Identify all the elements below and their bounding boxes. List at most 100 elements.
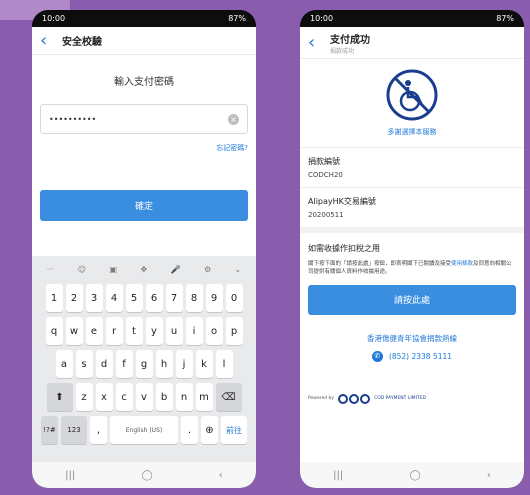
globe-icon[interactable]: ⊕ [201, 416, 218, 444]
key[interactable]: 1 [45, 284, 63, 312]
period-key[interactable]: . [181, 416, 198, 444]
page-title: 支付成功 [330, 34, 370, 46]
powered-by-footer: Powered by COD PAYMENT LIMITED [308, 393, 516, 404]
sticker-icon[interactable]: ▣ [110, 265, 118, 274]
more-icon[interactable]: ··· [47, 265, 55, 274]
key[interactable]: 4 [105, 284, 123, 312]
app-bar: ‹ 安全校驗 [32, 27, 256, 55]
status-bar: 10:00 87% [300, 10, 524, 27]
back-icon[interactable]: ‹ [40, 31, 56, 50]
key[interactable]: x [95, 383, 113, 411]
backspace-key[interactable]: ⌫ [215, 383, 242, 411]
key[interactable]: n [175, 383, 193, 411]
alipay-number-value: 20200511 [308, 211, 344, 219]
key[interactable]: 9 [205, 284, 223, 312]
password-field[interactable]: •••••••••• × [40, 104, 248, 134]
go-key[interactable]: 前往 [221, 416, 247, 444]
donation-number-section: 捐款編號 CODCH20 [300, 147, 524, 179]
payment-success-screen: ‹ 支付成功 捐款成功 多謝選擇本服務 捐款編號 CODCH20 AlipayH… [300, 27, 524, 462]
space-key[interactable]: English (US) [110, 416, 178, 444]
collapse-icon[interactable]: ⌄ [235, 265, 242, 274]
key[interactable]: e [85, 317, 103, 345]
status-time: 10:00 [310, 14, 334, 23]
key[interactable]: 7 [165, 284, 183, 312]
key[interactable]: d [95, 350, 113, 378]
key[interactable]: s [75, 350, 93, 378]
key[interactable]: f [115, 350, 133, 378]
key[interactable]: r [105, 317, 123, 345]
comma-key[interactable]: , [90, 416, 107, 444]
key[interactable]: y [145, 317, 163, 345]
key[interactable]: 5 [125, 284, 143, 312]
back-icon[interactable]: ‹ [308, 33, 324, 52]
key[interactable]: u [165, 317, 183, 345]
key[interactable]: h [155, 350, 173, 378]
home-icon[interactable]: ◯ [409, 470, 420, 481]
key[interactable]: 8 [185, 284, 203, 312]
cod-company-name: COD PAYMENT LIMITED [374, 396, 426, 401]
key[interactable]: v [135, 383, 153, 411]
tax-receipt-title: 如需收據作扣稅之用 [308, 244, 380, 253]
system-nav-bar: ||| ◯ ‹ [300, 462, 524, 488]
letter-row-3: ⬆ z x c v b n m ⌫ [35, 383, 253, 411]
alipay-number-section: AlipayHK交易編號 20200511 [300, 187, 524, 219]
key[interactable]: m [195, 383, 213, 411]
forgot-password-link[interactable]: 忘記密碼? [40, 143, 248, 153]
click-here-button[interactable]: 請按此處 [308, 284, 516, 315]
recent-apps-icon[interactable]: ||| [65, 470, 75, 481]
password-heading: 輸入支付密碼 [114, 77, 174, 88]
key[interactable]: k [195, 350, 213, 378]
home-icon[interactable]: ◯ [141, 470, 152, 481]
key[interactable]: 3 [85, 284, 103, 312]
clear-icon[interactable]: × [228, 113, 239, 125]
logo-caption: 多謝選擇本服務 [387, 128, 437, 136]
emoji-icon[interactable]: ☺ [78, 265, 86, 274]
key[interactable]: 2 [65, 284, 83, 312]
key[interactable]: i [185, 317, 203, 345]
letter-row-1: q w e r t y u i o p [35, 317, 253, 345]
key[interactable]: c [115, 383, 133, 411]
section-divider [300, 227, 524, 233]
status-bar: 10:00 87% [32, 10, 256, 27]
recent-apps-icon[interactable]: ||| [333, 470, 343, 481]
number-row: 1 2 3 4 5 6 7 8 9 0 [35, 284, 253, 312]
key[interactable]: z [75, 383, 93, 411]
system-nav-bar: ||| ◯ ‹ [32, 462, 256, 488]
key[interactable]: 6 [145, 284, 163, 312]
key[interactable]: g [135, 350, 153, 378]
title-block: 支付成功 捐款成功 [324, 31, 370, 55]
settings-icon[interactable]: ⚙ [204, 265, 211, 274]
page-title: 安全校驗 [62, 37, 102, 48]
key[interactable]: j [175, 350, 193, 378]
key[interactable]: l [215, 350, 233, 378]
cursor-move-icon[interactable]: ✥ [140, 265, 147, 274]
confirm-button[interactable]: 確定 [40, 190, 248, 221]
key[interactable]: q [45, 317, 63, 345]
donation-number-value: CODCH20 [308, 171, 343, 179]
on-screen-keyboard: ··· ☺ ▣ ✥ 🎤 ⚙ ⌄ 1 2 3 4 5 6 7 8 9 0 q w … [32, 256, 256, 462]
phone-left: 10:00 87% ‹ 安全校驗 輸入支付密碼 •••••••••• × 忘記密… [32, 10, 256, 488]
hotline-row[interactable]: ✆ (852) 2338 5111 [300, 350, 524, 362]
key[interactable]: p [225, 317, 243, 345]
service-logo-block: 多謝選擇本服務 [300, 59, 524, 137]
page-subtitle: 捐款成功 [330, 47, 355, 55]
password-value: •••••••••• [49, 114, 97, 124]
key[interactable]: b [155, 383, 173, 411]
phone-right: 10:00 87% ‹ 支付成功 捐款成功 多謝選擇本服務 捐款編號 CODCH… [300, 10, 524, 488]
numbers-key[interactable]: 123 [61, 416, 87, 444]
microphone-icon[interactable]: 🎤 [171, 265, 181, 274]
key[interactable]: o [205, 317, 223, 345]
key[interactable]: 0 [225, 284, 243, 312]
shift-key[interactable]: ⬆ [46, 383, 73, 411]
tax-receipt-text: 閣下按下面的「請按此處」按鈕，即表明閣下已閱讀及接受使用條款及同意向相關公司提供… [308, 260, 516, 277]
key[interactable]: t [125, 317, 143, 345]
letter-row-2: a s d f g h j k l [35, 350, 253, 378]
key[interactable]: a [55, 350, 73, 378]
key[interactable]: w [65, 317, 83, 345]
terms-link[interactable]: 使用條款 [451, 261, 473, 267]
tax-text-part-1: 閣下按下面的「請按此處」按鈕，即表明閣下已閱讀及接受 [308, 261, 452, 267]
back-nav-icon[interactable]: ‹ [487, 470, 491, 481]
symbols-key[interactable]: !?# [41, 416, 58, 444]
donation-number-label: 捐款編號 [308, 157, 340, 166]
back-nav-icon[interactable]: ‹ [219, 470, 223, 481]
